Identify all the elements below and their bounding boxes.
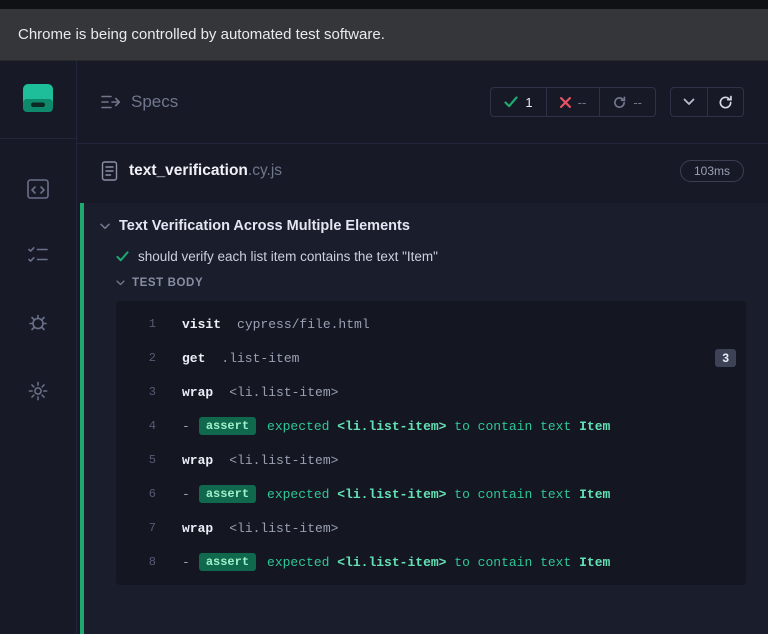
command-name: wrap (182, 453, 213, 468)
spec-stats[interactable]: 1 -- -- (490, 87, 656, 117)
command-row[interactable]: 4 -assert expected <li.list-item> to conta… (116, 409, 746, 443)
sidebar-item-settings[interactable] (27, 380, 49, 405)
specs-title-label: Specs (131, 92, 178, 112)
assert-message: expected <li.list-item> to contain text … (267, 487, 610, 502)
test-passed-check-icon (116, 251, 129, 262)
command-message: <li.list-item> (229, 453, 338, 468)
command-log: 1 visit cypress/file.html 2 get .list-item 3 3 w… (116, 301, 746, 585)
spec-file-name: text_verification.cy.js (129, 162, 282, 180)
spec-extension: .cy.js (248, 162, 282, 179)
specs-list-icon (101, 94, 121, 110)
command-content: -assert expected <li.list-item> to contai… (182, 485, 736, 503)
test-body-chevron-icon (116, 280, 125, 286)
refresh-icon (718, 95, 733, 110)
assert-badge: assert (199, 417, 256, 435)
test-header[interactable]: should verify each list item contains th… (116, 241, 746, 271)
check-icon (504, 96, 518, 108)
spec-file-icon (101, 161, 118, 181)
sidebar (0, 61, 77, 634)
command-content: -assert expected <li.list-item> to contai… (182, 553, 736, 571)
cypress-logo-icon (21, 83, 55, 115)
debug-bug-icon (27, 311, 49, 333)
test-body-toggle[interactable]: TEST BODY (116, 271, 746, 295)
command-name: wrap (182, 521, 213, 536)
spec-name: text_verification (129, 162, 248, 179)
suite-title: Text Verification Across Multiple Elemen… (119, 218, 410, 234)
stat-pending: -- (599, 88, 655, 116)
stat-passed: 1 (491, 88, 545, 116)
command-number: 8 (130, 555, 156, 569)
pending-count: -- (633, 95, 642, 110)
banner-text: Chrome is being controlled by automated … (18, 26, 385, 43)
assert-message: expected <li.list-item> to contain text … (267, 419, 610, 434)
element-count-badge: 3 (715, 349, 736, 367)
reporter-panel: Specs 1 -- (77, 61, 768, 634)
command-content: wrap <li.list-item> (182, 385, 736, 400)
rerun-button[interactable] (707, 88, 743, 116)
command-row[interactable]: 5 wrap <li.list-item> (116, 443, 746, 477)
suite-header[interactable]: Text Verification Across Multiple Elemen… (100, 211, 746, 241)
sidebar-item-browser-panel[interactable] (27, 179, 49, 202)
test-title: should verify each list item contains th… (138, 249, 438, 264)
command-number: 3 (130, 385, 156, 399)
test-body-label: TEST BODY (132, 277, 203, 289)
test-runnable: Text Verification Across Multiple Elemen… (80, 203, 768, 634)
spec-file-row[interactable]: text_verification.cy.js 103ms (77, 144, 768, 198)
command-row[interactable]: 6 -assert expected <li.list-item> to conta… (116, 477, 746, 511)
test-checklist-icon (27, 246, 49, 264)
suite-chevron-icon (100, 223, 110, 230)
assert-dash: - (182, 419, 190, 434)
command-number: 6 (130, 487, 156, 501)
chrome-automation-banner: Chrome is being controlled by automated … (0, 9, 768, 61)
assert-dash: - (182, 555, 190, 570)
assert-dash: - (182, 487, 190, 502)
command-number: 1 (130, 317, 156, 331)
command-content: visit cypress/file.html (182, 317, 736, 332)
command-message: cypress/file.html (237, 317, 370, 332)
spec-duration-badge: 103ms (680, 160, 744, 182)
run-controls (670, 87, 744, 117)
command-content: -assert expected <li.list-item> to contai… (182, 417, 736, 435)
command-name: visit (182, 317, 221, 332)
command-number: 5 (130, 453, 156, 467)
cypress-logo[interactable] (21, 83, 55, 118)
command-number: 7 (130, 521, 156, 535)
passed-count: 1 (525, 95, 532, 110)
command-name: get (182, 351, 205, 366)
assert-badge: assert (199, 485, 256, 503)
browser-panel-icon (27, 179, 49, 199)
reporter-header: Specs 1 -- (77, 61, 768, 117)
failed-count: -- (578, 95, 587, 110)
command-row[interactable]: 3 wrap <li.list-item> (116, 375, 746, 409)
collapse-all-button[interactable] (671, 88, 707, 116)
specs-title: Specs (101, 92, 178, 112)
sidebar-divider (0, 138, 76, 139)
command-row[interactable]: 2 get .list-item 3 (116, 341, 746, 375)
assert-message: expected <li.list-item> to contain text … (267, 555, 610, 570)
sidebar-item-debug[interactable] (27, 311, 49, 336)
command-row[interactable]: 7 wrap <li.list-item> (116, 511, 746, 545)
command-message: <li.list-item> (229, 385, 338, 400)
command-message: .list-item (221, 351, 299, 366)
stat-failed: -- (546, 88, 600, 116)
command-content: wrap <li.list-item> (182, 521, 736, 536)
command-number: 4 (130, 419, 156, 433)
sidebar-item-test-list[interactable] (27, 246, 49, 267)
settings-gear-icon (27, 380, 49, 402)
command-name: wrap (182, 385, 213, 400)
command-content: get .list-item (182, 351, 715, 366)
command-content: wrap <li.list-item> (182, 453, 736, 468)
command-row[interactable]: 8 -assert expected <li.list-item> to conta… (116, 545, 746, 579)
header-controls: 1 -- -- (490, 87, 744, 117)
window-top-strip (0, 0, 768, 9)
command-number: 2 (130, 351, 156, 365)
x-icon (560, 97, 571, 108)
command-row[interactable]: 1 visit cypress/file.html (116, 307, 746, 341)
command-message: <li.list-item> (229, 521, 338, 536)
sidebar-nav (27, 179, 49, 405)
chevron-down-icon (683, 98, 695, 106)
assert-badge: assert (199, 553, 256, 571)
cypress-app: Specs 1 -- (0, 61, 768, 634)
restart-circle-icon (613, 96, 626, 109)
